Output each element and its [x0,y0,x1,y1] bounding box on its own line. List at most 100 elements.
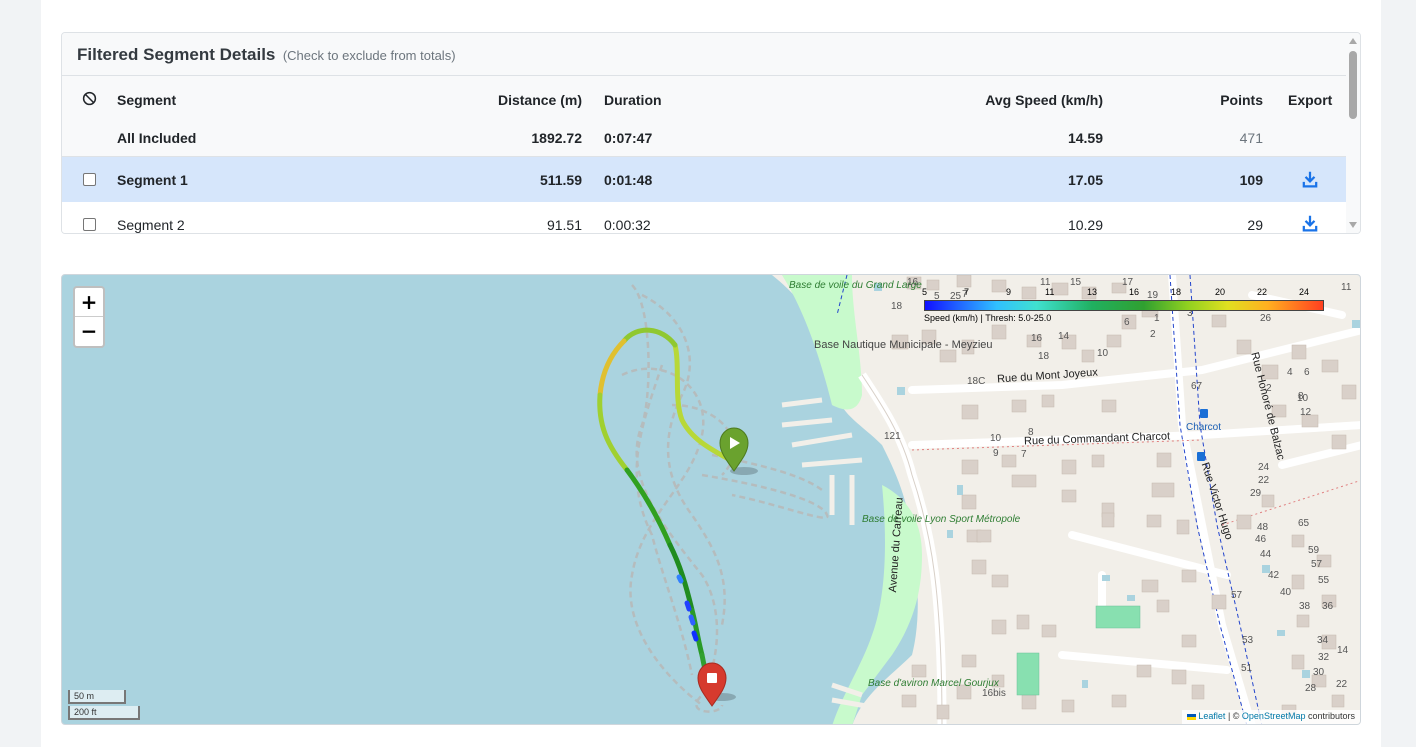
house-number: 34 [1317,635,1329,646]
map-label-base-lyon-sport: Base de voile Lyon Sport Métropole [862,514,1021,525]
map-label-base-grand-large: Base de voile du Grand Large [789,280,922,292]
legend-tick: 18 [1171,287,1182,297]
row-avg-speed: 10.29 [1067,217,1103,233]
legend-color-bar [924,300,1324,311]
house-number: 59 [1308,545,1320,556]
summary-duration: 0:07:47 [604,130,653,146]
leaflet-link[interactable]: Leaflet [1198,711,1225,721]
house-number: 14 [1337,645,1349,656]
col-header-points[interactable]: Points [1220,92,1263,108]
zoom-control: + − [73,286,105,348]
download-icon[interactable] [1301,170,1319,188]
row-distance: 511.59 [539,172,582,188]
legend-tick: 24 [1299,287,1310,297]
scroll-up-arrow-icon[interactable] [1349,38,1357,44]
scroll-down-arrow-icon[interactable] [1349,222,1357,228]
summary-distance: 1892.72 [531,130,582,146]
attribution-contributors: contributors [1305,711,1355,721]
row-points: 29 [1247,217,1263,233]
download-icon[interactable] [1301,214,1319,232]
scale-metric: 50 m [68,690,126,704]
map-label-base-aviron: Base d'aviron Marcel Gourjux [868,678,999,689]
house-number: 7 [1021,449,1027,460]
osm-link[interactable]: OpenStreetMap [1242,711,1306,721]
row-avg-speed: 17.05 [1067,172,1103,188]
house-number: 2 [1266,383,1272,394]
house-number: 22 [1258,475,1270,486]
row-points: 109 [1239,172,1263,188]
col-header-distance[interactable]: Distance (m) [498,92,582,108]
house-number: 9 [993,448,999,459]
house-number: 14 [1058,331,1070,342]
house-number: 12 [1300,407,1312,418]
table-scrollbar[interactable] [1346,33,1360,233]
house-number: 24 [1258,462,1270,473]
table-row[interactable]: Segment 1 511.59 0:01:48 17.05 109 [62,157,1346,202]
house-number: 53 [1242,635,1254,646]
legend-ticks: 5 7 9 11 13 16 18 20 22 24 [922,287,1326,300]
house-number: 10 [1297,393,1309,404]
house-number: 4 [1287,367,1293,378]
summary-row: All Included 1892.72 0:07:47 14.59 471 [62,120,1346,157]
house-number: 67 [1191,381,1203,392]
map-tiles [597,275,1360,724]
house-number: 65 [1298,518,1310,529]
zoom-out-button[interactable]: − [75,317,103,346]
exclude-checkbox[interactable] [83,218,96,231]
col-header-segment[interactable]: Segment [117,92,176,108]
ban-icon [82,91,97,106]
panel-header: Filtered Segment Details (Check to exclu… [62,33,1346,76]
row-distance: 91.51 [546,217,582,233]
legend-tick: 5 [922,287,928,297]
house-number: 44 [1260,549,1272,560]
house-number: 18C [967,376,986,387]
attribution-sep: | © [1225,711,1242,721]
house-number: 28 [1305,683,1317,694]
house-number: 57 [1311,559,1323,570]
house-number: 121 [884,431,901,442]
summary-label: All Included [117,130,197,146]
zoom-in-button[interactable]: + [75,288,103,317]
speed-legend: 5 7 9 11 13 16 18 20 22 24 Speed (km/h) … [922,287,1326,327]
house-number: 46 [1255,534,1267,545]
panel-title: Filtered Segment Details [77,45,276,64]
house-number: 51 [1241,663,1253,674]
house-number: 8 [1028,427,1034,438]
house-number: 38 [1299,601,1311,612]
scale-bar: 50 m 200 ft [68,690,140,720]
exclude-checkbox[interactable] [83,173,96,186]
house-number: 16bis [982,688,1006,699]
house-number: 30 [1313,667,1325,678]
col-header-export: Export [1288,92,1333,108]
table-row[interactable]: Segment 2 91.51 0:00:32 10.29 29 [62,202,1346,233]
start-marker-icon[interactable] [719,427,758,475]
house-number: 29 [1250,488,1262,499]
house-number: 18 [891,301,903,312]
house-number: 57 [1231,590,1243,601]
house-number: 55 [1318,575,1330,586]
segment-details-panel: Filtered Segment Details (Check to exclu… [61,32,1361,234]
ukraine-flag-icon [1186,713,1196,720]
row-duration: 0:00:32 [604,217,651,233]
col-header-avg-speed[interactable]: Avg Speed (km/h) [985,92,1103,108]
col-header-duration[interactable]: Duration [604,92,662,108]
legend-tick: 9 [1006,287,1012,297]
map-view[interactable]: Base de voile du Grand Large Base Nautiq… [61,274,1361,725]
house-number: 36 [1322,601,1334,612]
house-number: 10 [990,433,1002,444]
map-label-charcot: Charcot [1186,422,1222,433]
table-header-row: Segment Distance (m) Duration Avg Speed … [62,76,1346,120]
house-number: 48 [1257,522,1269,533]
map-attribution: Leaflet | © OpenStreetMap contributors [1181,710,1360,724]
house-number: 16 [1031,333,1043,344]
scrollbar-thumb[interactable] [1349,51,1357,119]
house-number: 22 [1336,679,1348,690]
house-number: 40 [1280,587,1292,598]
panel-subtitle: (Check to exclude from totals) [282,48,456,63]
legend-tick: 7 [964,287,970,297]
house-number: 11 [1341,282,1352,293]
legend-tick: 20 [1215,287,1226,297]
legend-caption: Speed (km/h) | Thresh: 5.0-25.0 [924,313,1052,323]
house-number: 6 [1304,367,1310,378]
end-marker-icon[interactable] [697,662,736,707]
